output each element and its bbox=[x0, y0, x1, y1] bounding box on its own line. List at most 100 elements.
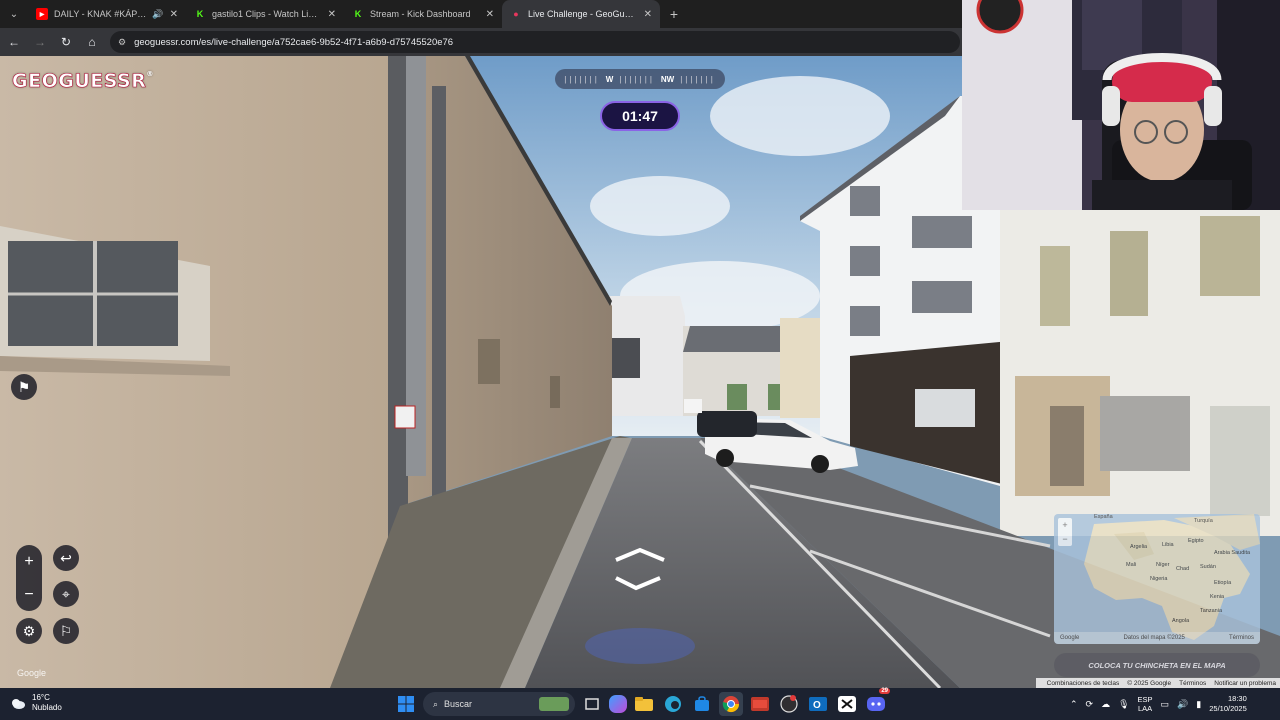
url-text: geoguessr.com/es/live-challenge/a752cae6… bbox=[134, 36, 454, 48]
language-line1: ESP bbox=[1137, 695, 1153, 704]
search-placeholder: Buscar bbox=[444, 699, 473, 709]
minimap-zoom-controls[interactable]: + − bbox=[1058, 518, 1072, 546]
notification-badge: 29 bbox=[879, 688, 890, 694]
back-arrow-icon[interactable]: ← bbox=[2, 30, 26, 54]
google-watermark: Google bbox=[17, 668, 47, 678]
microsoft-store-icon[interactable] bbox=[690, 692, 714, 716]
logo-text: GEOGUESSR bbox=[12, 70, 147, 93]
flag-checkpoint-icon[interactable]: ⚐ bbox=[53, 618, 79, 644]
search-icon: ⌕ bbox=[433, 698, 439, 709]
speaker-icon[interactable]: 🔊 bbox=[152, 9, 163, 20]
copilot-icon[interactable] bbox=[609, 695, 627, 713]
place-pin-button[interactable]: COLOCA TU CHINCHETA EN EL MAPA bbox=[1054, 653, 1260, 677]
map-label: Tanzania bbox=[1200, 608, 1223, 614]
system-tray: ⌃ ⟳ ☁ 🎙 ESP LAA ▭ 🔊 ▮ 18:30 25/10/2025 bbox=[1070, 692, 1247, 716]
settings-gear-icon[interactable]: ⚙ bbox=[16, 618, 42, 644]
weather-widget[interactable]: 16°C Nublado bbox=[10, 693, 62, 713]
navigation-chevron-arrows[interactable] bbox=[612, 546, 668, 594]
terms-link[interactable]: Términos bbox=[1179, 680, 1206, 687]
tab-kick-dashboard[interactable]: K Stream - Kick Dashboard ✕ bbox=[344, 0, 502, 28]
weather-condition: Nublado bbox=[32, 703, 62, 712]
round-timer: 01:47 bbox=[600, 101, 680, 131]
geoguessr-pin-icon: ● bbox=[513, 9, 519, 19]
address-bar[interactable]: ⚙ geoguessr.com/es/live-challenge/a752ca… bbox=[110, 31, 960, 53]
cloud-icon[interactable]: ☁ bbox=[1101, 699, 1110, 710]
edge-browser-icon[interactable] bbox=[661, 692, 685, 716]
windows-taskbar: 16°C Nublado ⌕ Buscar O 29 ⌃ ⟳ ☁ 🎙 ESP L… bbox=[0, 688, 1280, 720]
logo-registered-mark: ® bbox=[146, 70, 154, 78]
minimap-footer: Google Datos del mapa ©2025 Términos bbox=[1054, 632, 1260, 644]
outlook-icon[interactable]: O bbox=[806, 692, 830, 716]
forward-arrow-icon[interactable]: → bbox=[28, 30, 52, 54]
new-tab-plus-icon[interactable]: + bbox=[660, 0, 688, 28]
undo-move-icon[interactable]: ↩ bbox=[53, 545, 79, 571]
compass-marker-nw: NW bbox=[660, 74, 675, 84]
map-label: Mali bbox=[1126, 562, 1137, 568]
clock-date: 25/10/2025 bbox=[1209, 704, 1247, 713]
volume-icon[interactable]: 🔊 bbox=[1177, 699, 1188, 710]
google-attribution-bar: Combinaciones de teclas © 2025 Google Té… bbox=[1036, 678, 1280, 688]
map-label: Argelia bbox=[1130, 544, 1148, 550]
windows-start-icon[interactable] bbox=[394, 692, 418, 716]
minimap-zoom-in-plus-icon[interactable]: + bbox=[1058, 518, 1072, 532]
task-view-icon[interactable] bbox=[580, 692, 604, 716]
compass-ticks: ||||||| bbox=[619, 74, 655, 84]
obs-icon[interactable] bbox=[777, 692, 801, 716]
report-location-icon[interactable]: ⚑ bbox=[11, 374, 37, 400]
close-icon[interactable]: ✕ bbox=[486, 9, 494, 20]
close-icon[interactable]: ✕ bbox=[170, 9, 178, 20]
tab-geoguessr[interactable]: ● Live Challenge - GeoGuessr ✕ bbox=[502, 0, 660, 28]
input-language[interactable]: ESP LAA bbox=[1138, 695, 1153, 713]
keyboard-shortcuts-link[interactable]: Combinaciones de teclas bbox=[1047, 680, 1120, 687]
close-icon[interactable]: ✕ bbox=[328, 9, 336, 20]
tab-label: Stream - Kick Dashboard bbox=[370, 9, 471, 19]
chrome-browser-icon[interactable] bbox=[719, 692, 743, 716]
system-clock[interactable]: 18:30 25/10/2025 bbox=[1209, 694, 1247, 714]
minimap-terms-link[interactable]: Términos bbox=[1229, 635, 1254, 641]
home-icon[interactable]: ⌂ bbox=[80, 30, 104, 54]
zoom-controls: + − bbox=[16, 545, 42, 611]
streaming-app-icon[interactable] bbox=[748, 692, 772, 716]
geoguessr-logo: GEOGUESSR® bbox=[12, 70, 154, 93]
map-label: Etiopía bbox=[1214, 580, 1232, 586]
compass-ticks: ||||||| bbox=[564, 74, 600, 84]
network-icon[interactable]: ▭ bbox=[1161, 699, 1170, 710]
streamer-webcam-overlay bbox=[962, 0, 1280, 210]
microphone-icon[interactable]: 🎙 bbox=[1118, 699, 1129, 710]
discord-icon[interactable]: 29 bbox=[864, 688, 890, 716]
youtube-icon: ▶ bbox=[36, 8, 48, 20]
capcut-icon[interactable] bbox=[835, 692, 859, 716]
compass-marker-w: W bbox=[605, 74, 614, 84]
search-highlight-icon bbox=[539, 697, 569, 711]
taskbar-search[interactable]: ⌕ Buscar bbox=[423, 692, 575, 716]
return-to-start-pin-icon[interactable]: ⌖ bbox=[53, 581, 79, 607]
map-label: Níger bbox=[1156, 562, 1170, 568]
tab-label: Live Challenge - GeoGuessr bbox=[528, 9, 638, 19]
map-label: Kenia bbox=[1210, 594, 1225, 600]
battery-icon[interactable]: ▮ bbox=[1196, 699, 1201, 710]
chevron-up-icon[interactable]: ⌃ bbox=[1070, 699, 1078, 710]
kick-icon: K bbox=[354, 9, 362, 19]
minimap-zoom-out-minus-icon[interactable]: − bbox=[1058, 532, 1072, 546]
guess-minimap[interactable]: España Turquía Argelia Libia Egipto Arab… bbox=[1054, 514, 1260, 644]
zoom-in-plus-icon[interactable]: + bbox=[16, 545, 42, 578]
reload-icon[interactable]: ↻ bbox=[54, 30, 78, 54]
move-forward-arrow-icon[interactable] bbox=[615, 547, 665, 562]
tab-label: DAILY - KNAK #KÁPSULA - bbox=[54, 9, 146, 19]
site-info-icon[interactable]: ⚙ bbox=[118, 37, 126, 48]
minimap-google-logo: Google bbox=[1060, 635, 1080, 641]
move-back-arrow-icon[interactable] bbox=[615, 576, 661, 591]
taskbar-apps: ⌕ Buscar O 29 bbox=[394, 688, 890, 716]
close-icon[interactable]: ✕ bbox=[644, 9, 652, 20]
file-explorer-icon[interactable] bbox=[632, 692, 656, 716]
minimap-map-data: Datos del mapa ©2025 bbox=[1123, 635, 1185, 641]
map-label: Angola bbox=[1172, 618, 1190, 624]
tab-youtube[interactable]: ▶ DAILY - KNAK #KÁPSULA - 🔊 ✕ bbox=[28, 0, 186, 28]
map-label: Sudán bbox=[1200, 564, 1216, 570]
report-problem-link[interactable]: Notificar un problema bbox=[1214, 680, 1276, 687]
zoom-out-minus-icon[interactable]: − bbox=[16, 578, 42, 611]
tab-kick-clips[interactable]: K gastilo1 Clips - Watch Live on K ✕ bbox=[186, 0, 344, 28]
webcam-feed-image bbox=[962, 0, 1280, 210]
tab-list-chevron-down-icon[interactable]: ⌄ bbox=[0, 0, 28, 28]
sync-icon[interactable]: ⟳ bbox=[1086, 699, 1094, 710]
